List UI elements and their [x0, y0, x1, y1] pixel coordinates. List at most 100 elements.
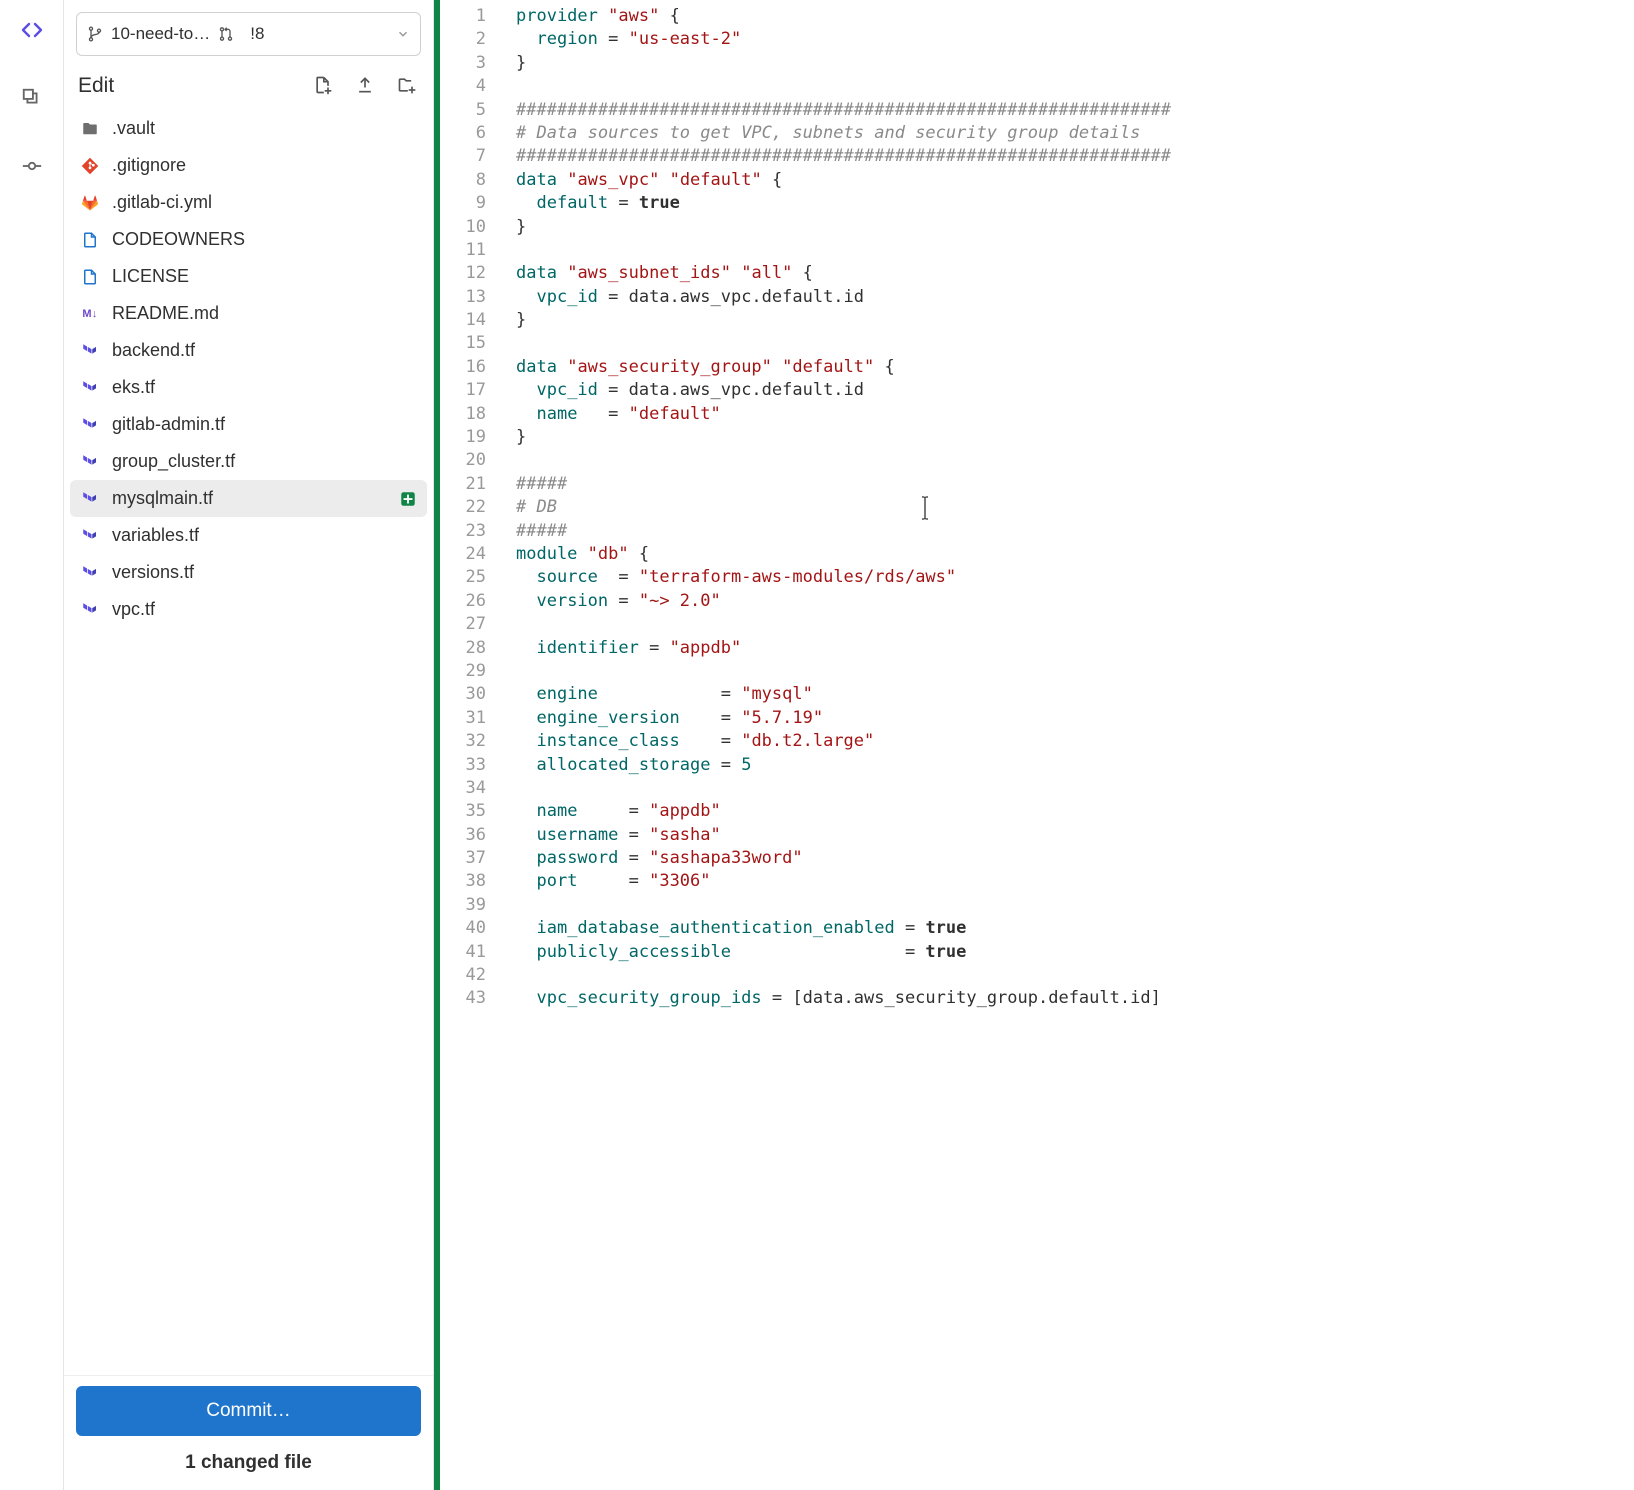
line-number: 26 — [440, 591, 498, 614]
code-line[interactable]: name = "default" — [516, 404, 1634, 427]
code-line[interactable] — [516, 76, 1634, 99]
code-line[interactable]: iam_database_authentication_enabled = tr… — [516, 918, 1634, 941]
code-line[interactable] — [516, 895, 1634, 918]
file-row[interactable]: versions.tf — [70, 554, 427, 591]
line-number: 15 — [440, 333, 498, 356]
branch-selector[interactable]: 10-need-to… !8 — [76, 12, 421, 56]
code-line[interactable]: ########################################… — [516, 146, 1634, 169]
code-line[interactable]: region = "us-east-2" — [516, 29, 1634, 52]
git-file-icon — [80, 156, 100, 176]
code-line[interactable]: allocated_storage = 5 — [516, 755, 1634, 778]
line-number: 34 — [440, 778, 498, 801]
file-row[interactable]: .gitlab-ci.yml — [70, 184, 427, 221]
line-number: 9 — [440, 193, 498, 216]
code-line[interactable]: # DB — [516, 497, 1634, 520]
code-line[interactable]: version = "~> 2.0" — [516, 591, 1634, 614]
file-row[interactable]: LICENSE — [70, 258, 427, 295]
tf-file-icon — [80, 563, 100, 583]
code-line[interactable]: ##### — [516, 521, 1634, 544]
code-line[interactable] — [516, 614, 1634, 637]
line-number: 32 — [440, 731, 498, 754]
file-row[interactable]: mysqlmain.tf — [70, 480, 427, 517]
file-name: gitlab-admin.tf — [112, 414, 225, 435]
line-number: 28 — [440, 638, 498, 661]
file-row[interactable]: eks.tf — [70, 369, 427, 406]
file-row[interactable]: .vault — [70, 110, 427, 147]
code-line[interactable]: password = "sashapa33word" — [516, 848, 1634, 871]
tf-file-icon — [80, 415, 100, 435]
code-line[interactable]: vpc_security_group_ids = [data.aws_secur… — [516, 988, 1634, 1011]
code-line[interactable]: module "db" { — [516, 544, 1634, 567]
file-row[interactable]: .gitignore — [70, 147, 427, 184]
line-number: 39 — [440, 895, 498, 918]
code-line[interactable] — [516, 240, 1634, 263]
file-row[interactable]: M↓README.md — [70, 295, 427, 332]
code-line[interactable]: engine_version = "5.7.19" — [516, 708, 1634, 731]
new-file-icon[interactable] — [313, 75, 335, 97]
code-line[interactable]: } — [516, 310, 1634, 333]
code-line[interactable]: data "aws_security_group" "default" { — [516, 357, 1634, 380]
commit-button[interactable]: Commit… — [76, 1386, 421, 1436]
file-row[interactable]: group_cluster.tf — [70, 443, 427, 480]
code-line[interactable]: publicly_accessible = true — [516, 942, 1634, 965]
new-folder-icon[interactable] — [397, 75, 419, 97]
edit-header: Edit — [64, 56, 433, 108]
line-number: 6 — [440, 123, 498, 146]
code-line[interactable] — [516, 333, 1634, 356]
tf-file-icon — [80, 452, 100, 472]
code-line[interactable]: } — [516, 53, 1634, 76]
line-number: 20 — [440, 450, 498, 473]
sidebar: 10-need-to… !8 Edit .vault .gitignore .git… — [64, 0, 434, 1490]
code-line[interactable]: engine = "mysql" — [516, 684, 1634, 707]
line-number: 43 — [440, 988, 498, 1011]
code-line[interactable]: } — [516, 217, 1634, 240]
file-name: .vault — [112, 118, 155, 139]
line-number: 10 — [440, 217, 498, 240]
file-row[interactable]: backend.tf — [70, 332, 427, 369]
code-line[interactable]: name = "appdb" — [516, 801, 1634, 824]
file-row[interactable]: variables.tf — [70, 517, 427, 554]
code-line[interactable]: ##### — [516, 474, 1634, 497]
file-file-icon — [80, 267, 100, 287]
explorer-icon[interactable] — [18, 16, 46, 44]
code-line[interactable]: identifier = "appdb" — [516, 638, 1634, 661]
code-line[interactable]: # Data sources to get VPC, subnets and s… — [516, 123, 1634, 146]
code-line[interactable]: source = "terraform-aws-modules/rds/aws" — [516, 567, 1634, 590]
text-cursor-icon — [919, 495, 931, 521]
code-line[interactable] — [516, 965, 1634, 988]
line-number: 2 — [440, 29, 498, 52]
code-line[interactable]: provider "aws" { — [516, 6, 1634, 29]
file-row[interactable]: CODEOWNERS — [70, 221, 427, 258]
file-name: LICENSE — [112, 266, 189, 287]
code-line[interactable]: data "aws_vpc" "default" { — [516, 170, 1634, 193]
file-name: vpc.tf — [112, 599, 155, 620]
line-number: 35 — [440, 801, 498, 824]
code-line[interactable]: instance_class = "db.t2.large" — [516, 731, 1634, 754]
code-line[interactable] — [516, 661, 1634, 684]
code-line[interactable]: data "aws_subnet_ids" "all" { — [516, 263, 1634, 286]
file-row[interactable]: vpc.tf — [70, 591, 427, 628]
file-tree: .vault .gitignore .gitlab-ci.yml CODEOWNERS… — [64, 108, 433, 1375]
line-number: 18 — [440, 404, 498, 427]
code-line[interactable]: default = true — [516, 193, 1634, 216]
file-row[interactable]: gitlab-admin.tf — [70, 406, 427, 443]
code-area[interactable]: provider "aws" { region = "us-east-2"} #… — [498, 0, 1634, 1490]
code-line[interactable]: port = "3306" — [516, 871, 1634, 894]
merge-request-icon — [218, 26, 234, 42]
upload-file-icon[interactable] — [355, 75, 377, 97]
edit-title: Edit — [78, 74, 114, 98]
code-line[interactable]: ########################################… — [516, 100, 1634, 123]
line-number: 38 — [440, 871, 498, 894]
review-icon[interactable] — [18, 84, 46, 112]
tf-file-icon — [80, 378, 100, 398]
file-name: .gitlab-ci.yml — [112, 192, 212, 213]
code-line[interactable]: } — [516, 427, 1634, 450]
code-line[interactable]: username = "sasha" — [516, 825, 1634, 848]
code-line[interactable]: vpc_id = data.aws_vpc.default.id — [516, 287, 1634, 310]
code-line[interactable]: vpc_id = data.aws_vpc.default.id — [516, 380, 1634, 403]
commits-icon[interactable] — [18, 152, 46, 180]
code-line[interactable] — [516, 450, 1634, 473]
folder-file-icon — [80, 119, 100, 139]
line-number-gutter: 1234567891011121314151617181920212223242… — [440, 0, 498, 1490]
code-line[interactable] — [516, 778, 1634, 801]
